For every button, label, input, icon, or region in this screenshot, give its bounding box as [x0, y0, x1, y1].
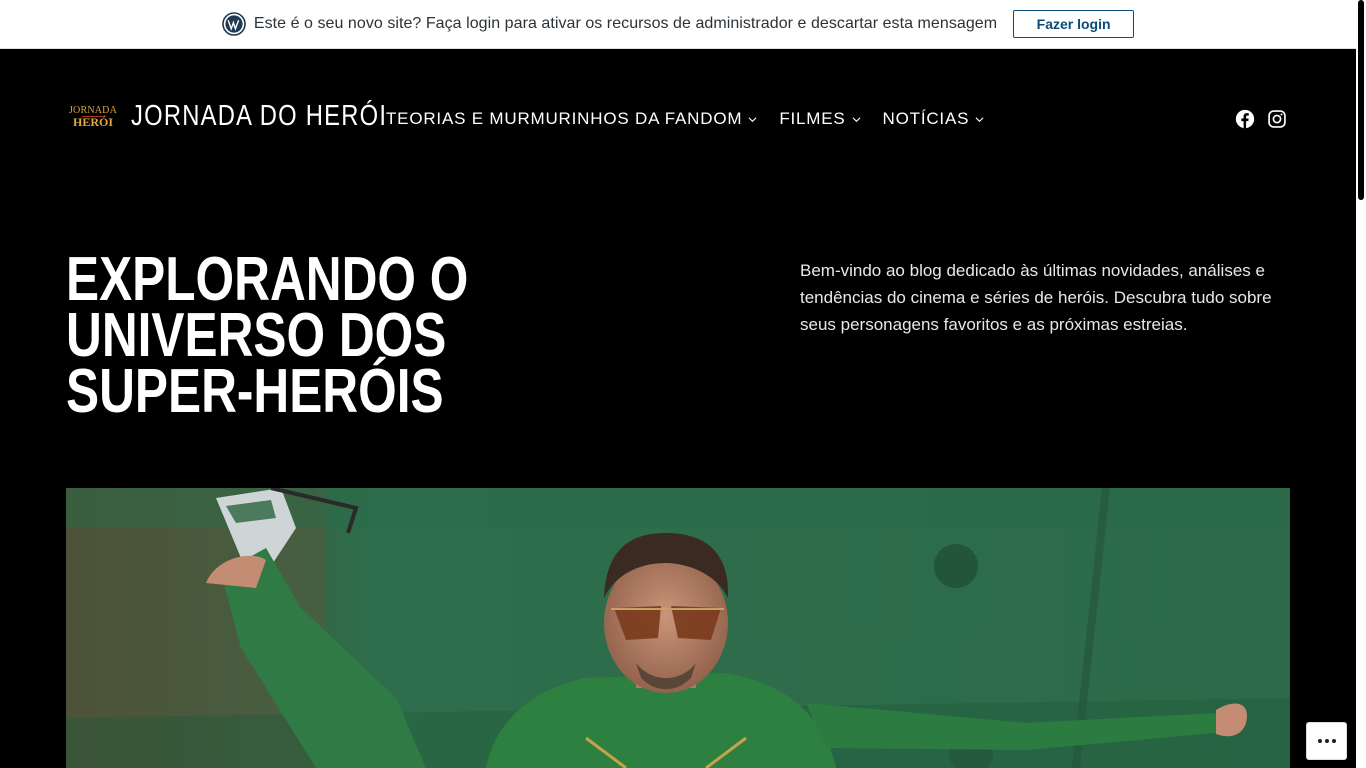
notice-text: Este é o seu novo site? Faça login para …: [253, 15, 998, 32]
site-title[interactable]: JORNADA DO HERÓI: [131, 100, 387, 133]
hero-description: Bem-vindo ao blog dedicado às últimas no…: [800, 261, 1272, 334]
facebook-icon[interactable]: [1235, 109, 1255, 129]
chevron-down-icon: [975, 116, 984, 122]
instagram-icon[interactable]: [1267, 109, 1287, 129]
logo-text-bottom: HERÓI: [72, 115, 113, 129]
nav-item-label: NOTÍCIAS: [882, 109, 970, 128]
site-logo[interactable]: JORNADA HERÓI: [68, 105, 118, 133]
featured-image-graphic: [66, 488, 1290, 768]
nav-item-teorias[interactable]: TEORIAS E MURMURINHOS DA FANDOM: [386, 109, 757, 129]
main-navigation: TEORIAS E MURMURINHOS DA FANDOM FILMES N…: [386, 109, 1006, 129]
nav-item-label: FILMES: [779, 109, 846, 128]
login-button[interactable]: Fazer login: [1013, 10, 1135, 38]
chevron-down-icon: [748, 116, 757, 122]
nav-item-noticias[interactable]: NOTÍCIAS: [883, 109, 985, 129]
admin-notice-bar: Este é o seu novo site? Faça login para …: [0, 0, 1356, 49]
logo-divider: [82, 116, 104, 117]
nav-item-filmes[interactable]: FILMES: [779, 109, 861, 129]
wordpress-icon: [222, 12, 246, 36]
nav-item-label: TEORIAS E MURMURINHOS DA FANDOM: [386, 109, 743, 128]
scrollbar[interactable]: [1356, 0, 1366, 768]
hero-title: EXPLORANDO O UNIVERSO DOS SUPER-HERÓIS: [66, 245, 469, 426]
ellipsis-icon: [1317, 739, 1336, 743]
social-links: [1235, 109, 1287, 129]
featured-image[interactable]: [66, 488, 1290, 768]
more-options-button[interactable]: [1307, 723, 1346, 759]
chevron-down-icon: [852, 116, 861, 122]
scrollbar-thumb[interactable]: [1358, 0, 1364, 200]
